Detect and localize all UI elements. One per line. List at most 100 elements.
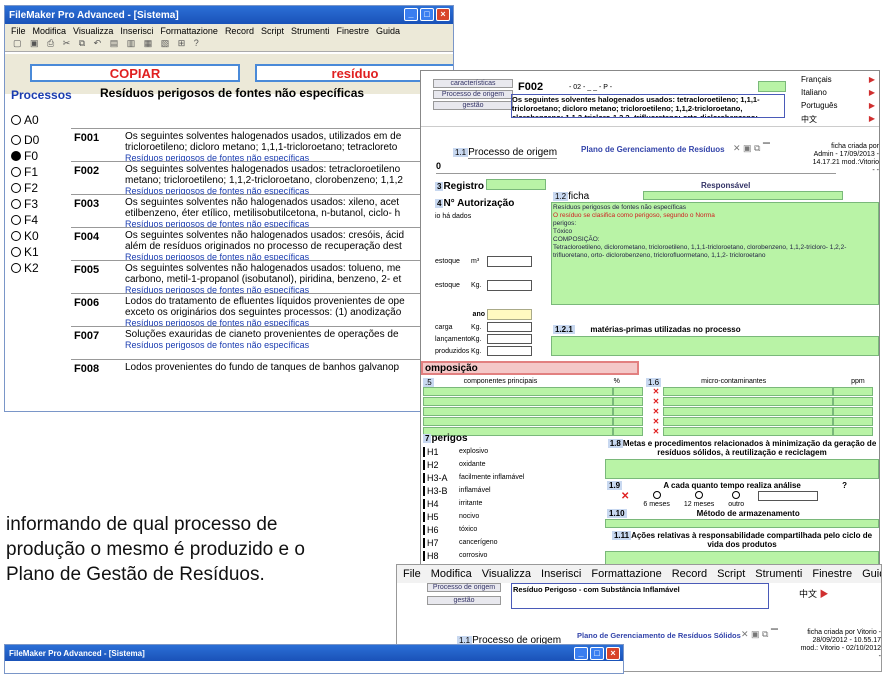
comp-pct-cell[interactable] [613,397,643,406]
delete-x-icon[interactable]: ✕ [649,387,663,396]
ano-field[interactable] [487,308,532,320]
gestao-button[interactable]: gestão [433,101,513,110]
registro-field[interactable] [486,179,546,190]
processo-origem-button-2[interactable]: Processo de origem [427,583,501,592]
radio-a0[interactable]: A0 [11,112,66,128]
hazard-item[interactable]: H5 nocivo [423,510,593,523]
radio-f0[interactable]: F0 [11,148,66,164]
gestao-button-2[interactable]: gestão [427,596,501,605]
comp-row[interactable]: ✕ [423,417,879,426]
delete-x-icon[interactable]: ✕ [649,427,663,436]
minimize-button[interactable]: _ [404,8,418,21]
radio-k2[interactable]: K2 [11,260,66,276]
hazard-item[interactable]: H8 corrosivo [423,549,593,562]
mp-field[interactable] [551,336,879,356]
comp-pct-cell[interactable] [613,417,643,426]
menu-item[interactable]: File [11,26,26,36]
estoque-kg-field[interactable] [487,279,532,291]
table-row[interactable]: F004 Os seguintes solventes não halogenad… [71,227,453,260]
hazard-item[interactable]: H3-A facilmente inflamável [423,471,593,484]
lang-item[interactable]: Português ▶ [801,101,879,114]
table-row[interactable]: F002 Os seguintes solventes halogenados u… [71,161,453,194]
menu-item[interactable]: Formattazione [591,568,661,580]
radio-k1[interactable]: K1 [11,244,66,260]
menu-item[interactable]: Modifica [431,568,472,580]
carga-field[interactable] [487,322,532,332]
arm-field[interactable] [605,519,879,528]
delete-x-icon[interactable]: ✕ [649,417,663,426]
menu-item[interactable]: Modifica [33,26,67,36]
opt-outro[interactable]: outro [728,491,744,508]
comp-pct-cell[interactable] [613,427,643,436]
lang-item[interactable]: Italiano ▶ [801,88,879,101]
micro-name-cell[interactable] [663,407,833,416]
micro-ppm-cell[interactable] [833,417,873,426]
micro-ppm-cell[interactable] [833,407,873,416]
comp-name-cell[interactable] [423,387,613,396]
acoes-field[interactable] [605,551,879,565]
opt-6[interactable]: 6 meses [643,491,670,508]
menu-item[interactable]: Finestre [336,26,369,36]
caracteristicas-button[interactable]: características [433,79,513,88]
estoque-m3-field[interactable] [487,255,532,267]
metas-field[interactable] [605,459,879,479]
hazard-item[interactable]: H2 oxidante [423,458,593,471]
radio-d0[interactable]: D0 [11,132,66,148]
menu-item[interactable]: Formattazione [160,26,218,36]
table-row[interactable]: F006 Lodos do tratamento de efluentes líq… [71,293,453,326]
radio-f2[interactable]: F2 [11,180,66,196]
hazard-item[interactable]: H4 irritante [423,497,593,510]
comp-row[interactable]: ✕ [423,427,879,436]
hazard-item[interactable]: H6 tóxico [423,523,593,536]
table-row[interactable]: F007 Soluções exauridas de cianeto proven… [71,326,453,359]
lang-item[interactable]: Français ▶ [801,75,879,88]
outro-field[interactable] [758,491,819,501]
radio-k0[interactable]: K0 [11,228,66,244]
table-row[interactable]: F008 Lodos provenientes do fundo de tanqu… [71,359,453,392]
ficha-field-top[interactable] [643,191,843,200]
composicao-tab[interactable]: omposição [421,361,639,375]
hazard-item[interactable]: H3-B inflamável [423,484,593,497]
code-field[interactable] [758,81,786,92]
menu-item[interactable]: Guida [862,568,881,580]
hazard-item[interactable]: H1 explosivo [423,445,593,458]
menu-item[interactable]: Record [225,26,254,36]
opt-12[interactable]: 12 meses [684,491,714,508]
menu-item[interactable]: Script [717,568,745,580]
maximize-button[interactable]: □ [420,8,434,21]
micro-name-cell[interactable] [663,397,833,406]
menu-item[interactable]: Strumenti [291,26,330,36]
micro-ppm-cell[interactable] [833,387,873,396]
menu-item[interactable]: Visualizza [73,26,113,36]
table-row[interactable]: F005 Os seguintes solventes não halogenad… [71,260,453,293]
menu-item[interactable]: Script [261,26,284,36]
ficha-text-area[interactable]: Resíduos perigosos de fontes não específ… [551,202,879,305]
menu-item[interactable]: Visualizza [482,568,531,580]
comp-row[interactable]: ✕ [423,387,879,396]
micro-ppm-cell[interactable] [833,427,873,436]
menu-item[interactable]: Inserisci [120,26,153,36]
radio-f1[interactable]: F1 [11,164,66,180]
comp-pct-cell[interactable] [613,407,643,416]
radio-f4[interactable]: F4 [11,212,66,228]
micro-ppm-cell[interactable] [833,397,873,406]
processo-origem-button[interactable]: Processo de origem [433,90,513,99]
delete-x-icon[interactable]: ✕ [649,397,663,406]
close-button[interactable]: × [436,8,450,21]
micro-name-cell[interactable] [663,427,833,436]
menu-item[interactable]: Strumenti [755,568,802,580]
clear-x-icon[interactable]: ✕ [621,491,629,502]
comp-row[interactable]: ✕ [423,407,879,416]
comp-name-cell[interactable] [423,417,613,426]
delete-x-icon[interactable]: ✕ [649,407,663,416]
menu-item[interactable]: File [403,568,421,580]
hazard-item[interactable]: H7 cancerígeno [423,536,593,549]
micro-name-cell[interactable] [663,417,833,426]
comp-name-cell[interactable] [423,407,613,416]
minimize-button-4[interactable]: _ [574,647,588,660]
menu-item[interactable]: Inserisci [541,568,581,580]
copiar-button[interactable]: COPIAR [30,64,240,82]
table-row[interactable]: F001 Os seguintes solventes halogenados u… [71,128,453,161]
lancamento-field[interactable] [487,334,532,344]
comp-name-cell[interactable] [423,397,613,406]
